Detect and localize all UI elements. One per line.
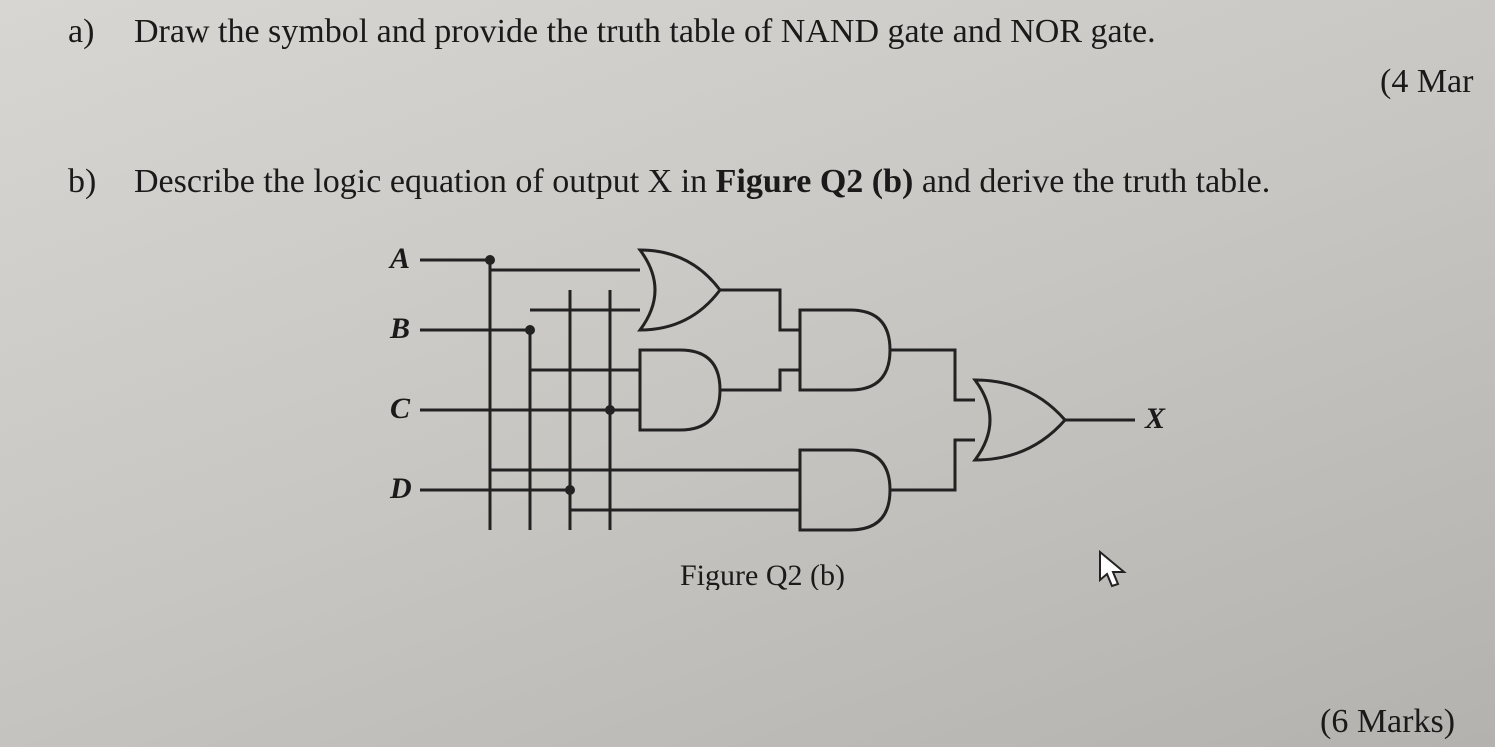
part-b-marks: (6 Marks) [1320, 700, 1455, 744]
input-A-label: A [388, 242, 410, 275]
part-b-prefix: Describe the logic equation of output X … [134, 163, 716, 200]
output-X-label: X [1144, 402, 1166, 435]
part-a-text: Draw the symbol and provide the truth ta… [134, 10, 1156, 54]
circuit-diagram: A B C D [380, 230, 1190, 590]
part-a-marks: (4 Mar [1380, 60, 1473, 104]
page: a) Draw the symbol and provide the truth… [0, 0, 1495, 747]
gate-g3-and [800, 310, 975, 400]
part-b-figure-ref: Figure Q2 (b) [716, 163, 914, 200]
bullet-b: b) [68, 160, 96, 204]
part-b-suffix: and derive the truth table. [913, 163, 1270, 200]
gate-g4-and [490, 440, 975, 530]
cursor-icon [1098, 550, 1128, 590]
figure-caption: Figure Q2 (b) [680, 559, 845, 590]
input-B-label: B [389, 312, 410, 345]
gate-g5-or [975, 380, 1135, 460]
input-C-label: C [390, 392, 411, 425]
gate-g1-or [490, 250, 800, 330]
bullet-a: a) [68, 10, 94, 54]
part-b-text: Describe the logic equation of output X … [134, 160, 1270, 204]
input-D-label: D [389, 472, 412, 505]
